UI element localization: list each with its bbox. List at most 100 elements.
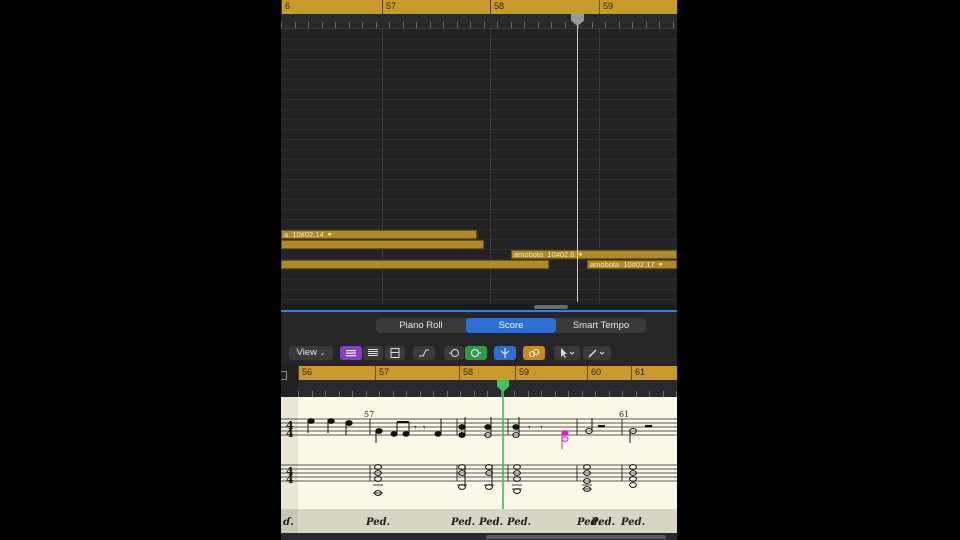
region-14b[interactable] (281, 240, 484, 249)
link-icon (529, 349, 539, 357)
track-lane-line (281, 129, 677, 130)
track-lane-line (281, 119, 677, 120)
time-sig-bottom: 4 (286, 427, 294, 440)
track-lane-line (281, 179, 677, 180)
pointer-tool-button[interactable] (554, 346, 580, 360)
measure-number-61: 61 (619, 410, 629, 419)
wrapped-view-button[interactable] (385, 346, 405, 360)
pedal-mark: Ped. (507, 517, 532, 528)
logic-window: 6 57 58 59 a_10#02.14 ⚭ amobota_10#02.‍6 ⚭… (281, 0, 677, 540)
midi-out-button[interactable] (465, 346, 487, 360)
wrapped-view-icon (390, 348, 400, 358)
track-lane-line (281, 99, 677, 100)
ruler-tick (335, 22, 336, 28)
ruler-tick (294, 22, 296, 28)
ruler-tick (281, 22, 282, 28)
pedal-mark: ɗ. (283, 517, 294, 528)
score-ruler-bar-56: 56 (298, 366, 312, 380)
linear-view-button[interactable] (340, 346, 362, 360)
track-lane-line (281, 209, 677, 210)
loop-icon: ⚭ (326, 232, 333, 239)
ruler-tick (497, 22, 498, 28)
ruler-bar-6: 6 (281, 0, 290, 14)
track-lane-line (281, 279, 677, 280)
view-menu-button[interactable]: View ⌄ (289, 346, 333, 360)
region-15[interactable] (281, 260, 549, 269)
score-ruler[interactable]: 56 57 58 59 60 61 (298, 366, 677, 380)
pencil-tool-icon (588, 349, 605, 358)
link-button[interactable] (523, 346, 545, 360)
automation-icon (419, 349, 429, 357)
ruler-tick (551, 22, 552, 28)
loop-icon: ⚭ (657, 262, 664, 269)
track-lane-line (281, 159, 677, 160)
score-horizontal-scrollbar[interactable] (486, 535, 666, 539)
inspector-toggle-icon[interactable] (281, 371, 287, 380)
ruler-tick (416, 22, 417, 28)
track-lane-line (281, 79, 677, 80)
rest-symbol: 𝄾 (528, 423, 531, 434)
time-sig-bottom-bass: 4 (286, 473, 294, 486)
track-lane-line (281, 289, 677, 290)
ruler-tick (510, 22, 512, 28)
midi-in-icon (449, 349, 459, 357)
measure-number-57: 57 (364, 410, 374, 419)
track-lane-line (281, 269, 677, 270)
track-lane-line (281, 189, 677, 190)
track-lane-line (281, 39, 677, 40)
ruler-tick (537, 22, 539, 28)
ruler-tick (389, 22, 390, 28)
track-lane-line (281, 199, 677, 200)
pencil-tool-button[interactable] (583, 346, 611, 360)
tracks-area[interactable]: a_10#02.14 ⚭ amobota_10#02.‍6 ⚭ amobota_10… (281, 29, 677, 304)
catch-button[interactable] (494, 346, 516, 360)
ruler-tick (659, 22, 660, 28)
automation-button[interactable] (413, 346, 435, 360)
pointer-tool-icon (561, 348, 575, 358)
midi-in-button[interactable] (444, 346, 464, 360)
pedal-mark: Ped. (451, 517, 476, 528)
ruler-tick (429, 22, 431, 28)
page-view-button[interactable] (363, 346, 383, 360)
track-lane-line (281, 139, 677, 140)
score-ruler-bar-61: 61 (631, 366, 645, 380)
region-16[interactable]: amobota_10#02.‍6 ⚭ (511, 250, 677, 259)
playhead-line (577, 15, 578, 302)
score-ruler-bar-60: 60 (587, 366, 601, 380)
chevron-down-icon: ⌄ (319, 350, 326, 357)
tracks-ruler-ticks (281, 14, 677, 29)
ruler-tick (672, 22, 674, 28)
score-toolbar: View ⌄ (281, 343, 677, 363)
ruler-tick (483, 22, 485, 28)
track-lane-line (281, 299, 677, 300)
tab-score[interactable]: Score (466, 318, 556, 333)
track-lane-line (281, 49, 677, 50)
ruler-tick (618, 22, 620, 28)
track-lane-line (281, 169, 677, 170)
pedal-mark: Ped. (621, 517, 646, 528)
tracks-ruler[interactable]: 6 57 58 59 (281, 0, 677, 14)
track-lane-line (281, 109, 677, 110)
rest-symbol: 𝄾 (423, 423, 426, 434)
score-ruler-ticks (298, 380, 677, 397)
region-14[interactable]: a_10#02.14 ⚭ (281, 230, 477, 239)
ruler-tick (348, 22, 350, 28)
ruler-tick (524, 22, 525, 28)
page-view-icon (368, 349, 378, 356)
catch-icon (500, 348, 510, 358)
pedal-mark: Ped. (591, 517, 616, 528)
track-lane-line (281, 69, 677, 70)
selected-note[interactable] (561, 430, 569, 449)
ruler-tick (443, 22, 444, 28)
track-lane-line (281, 89, 677, 90)
tracks-scrollbar[interactable] (534, 305, 568, 309)
tab-piano-roll[interactable]: Piano Roll (376, 318, 466, 333)
score-notation[interactable]: 4 4 4 4 57 61 𝄾 𝄾 𝄾 𝄾 (281, 397, 677, 509)
tab-smart-tempo[interactable]: Smart Tempo (556, 318, 646, 333)
ruler-tick (402, 22, 404, 28)
ruler-tick (564, 22, 566, 28)
ruler-bar-58: 58 (490, 0, 504, 14)
midi-out-icon (471, 349, 481, 357)
region-17[interactable]: amobota_10#02.17 ⚭ (587, 260, 677, 269)
linear-view-icon (346, 350, 356, 357)
